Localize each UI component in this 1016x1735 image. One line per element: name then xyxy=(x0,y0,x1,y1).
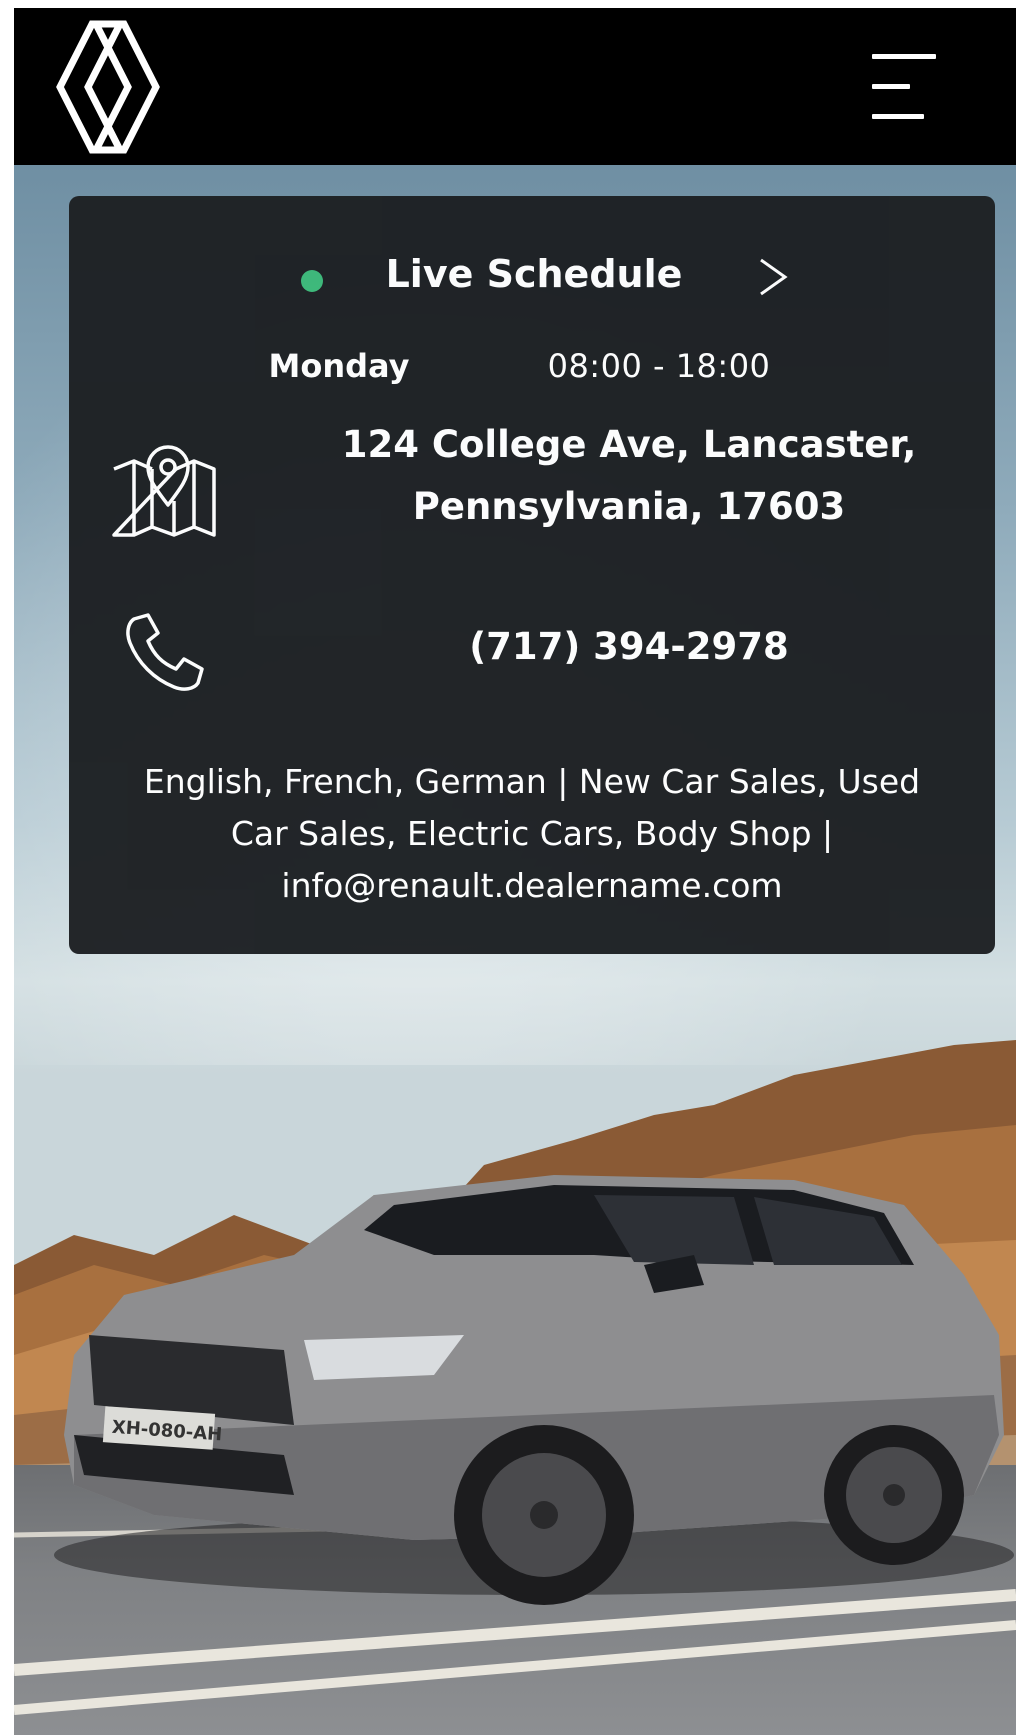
top-navigation-bar xyxy=(14,8,1016,165)
schedule-hours: 08:00 - 18:00 xyxy=(547,347,771,385)
phone-icon xyxy=(126,613,204,691)
live-schedule-link[interactable]: Live Schedule xyxy=(69,244,995,304)
dealer-details: English, French, German | New Car Sales,… xyxy=(109,756,955,912)
page: XH-080-AH Live Schedule Monday 08:00 - 1… xyxy=(14,8,1016,1735)
live-status-indicator xyxy=(301,270,323,292)
address-line-2: Pennsylvania, 17603 xyxy=(412,485,846,528)
live-schedule-title: Live Schedule xyxy=(385,252,683,296)
dealer-address[interactable]: 124 College Ave, Lancaster, Pennsylvania… xyxy=(309,414,949,538)
address-line-1: 124 College Ave, Lancaster, xyxy=(341,423,917,466)
details-line-1: English, French, German | New Car Sales,… xyxy=(143,762,921,801)
suv-car-image: XH-080-AH xyxy=(54,1175,1014,1605)
dealer-phone-number[interactable]: (717) 394-2978 xyxy=(309,616,949,678)
schedule-day: Monday xyxy=(268,347,410,385)
chevron-right-icon[interactable] xyxy=(755,254,791,300)
details-line-2: Car Sales, Electric Cars, Body Shop | xyxy=(230,814,834,853)
map-pin-icon xyxy=(112,445,216,537)
renault-logo[interactable] xyxy=(56,20,160,154)
hamburger-menu-icon[interactable] xyxy=(872,50,942,122)
dealer-email-link[interactable]: info@renault.dealername.com xyxy=(109,860,955,912)
dealer-info-card: Live Schedule Monday 08:00 - 18:00 124 C… xyxy=(69,196,995,954)
